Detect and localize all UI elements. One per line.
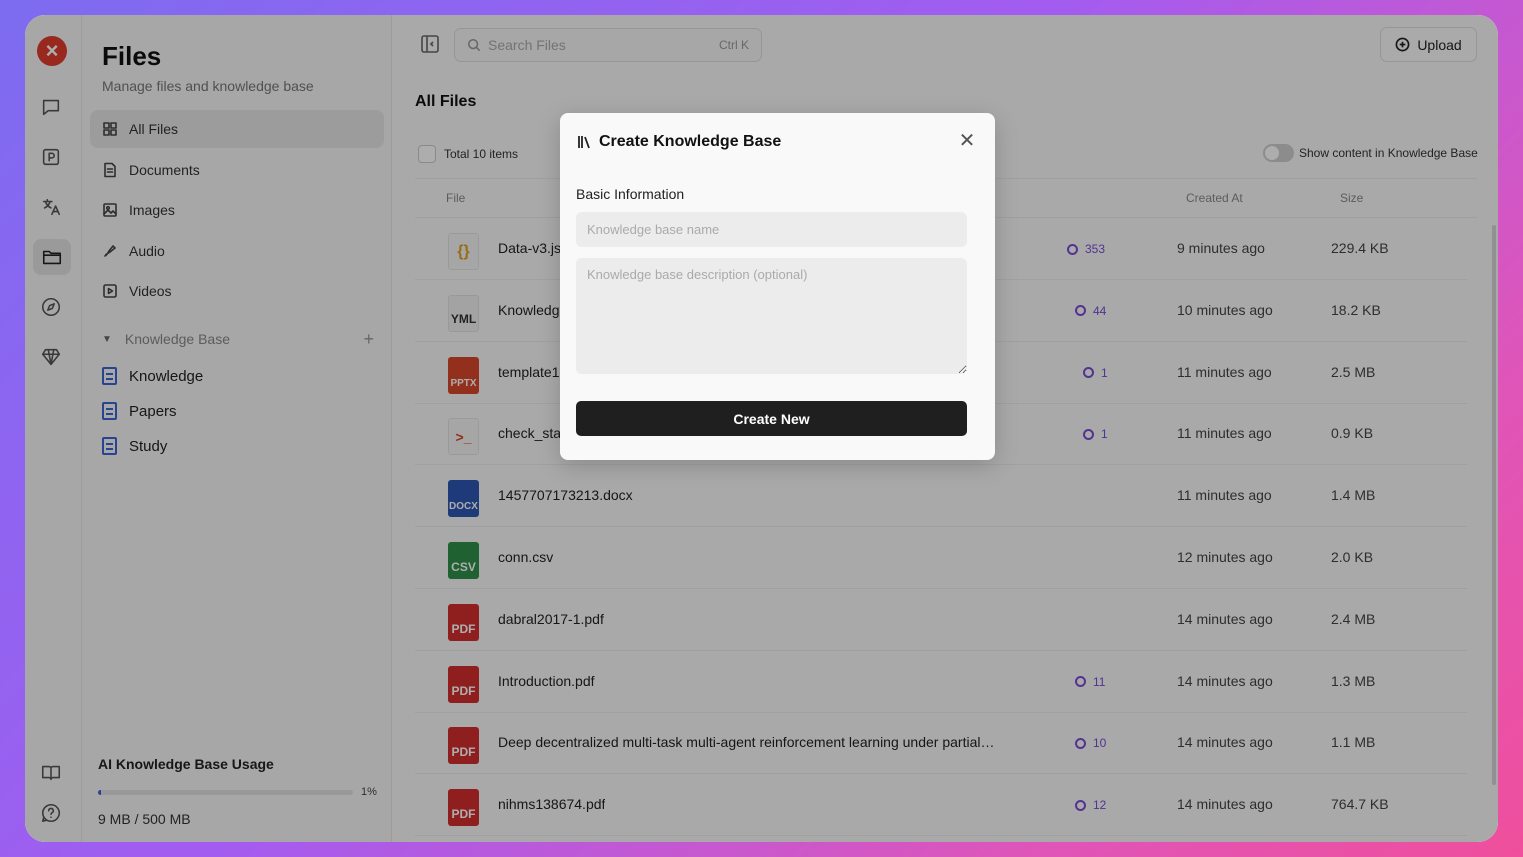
close-icon[interactable]: ✕ — [958, 131, 976, 151]
dialog-title: Create Knowledge Base — [599, 133, 782, 150]
library-icon — [577, 134, 593, 150]
kb-description-input[interactable] — [576, 258, 967, 374]
create-new-button[interactable]: Create New — [576, 401, 967, 436]
create-knowledge-base-dialog: Create Knowledge Base ✕ Basic Informatio… — [560, 113, 995, 460]
basic-info-label: Basic Information — [576, 186, 685, 202]
kb-name-input[interactable] — [576, 212, 967, 247]
